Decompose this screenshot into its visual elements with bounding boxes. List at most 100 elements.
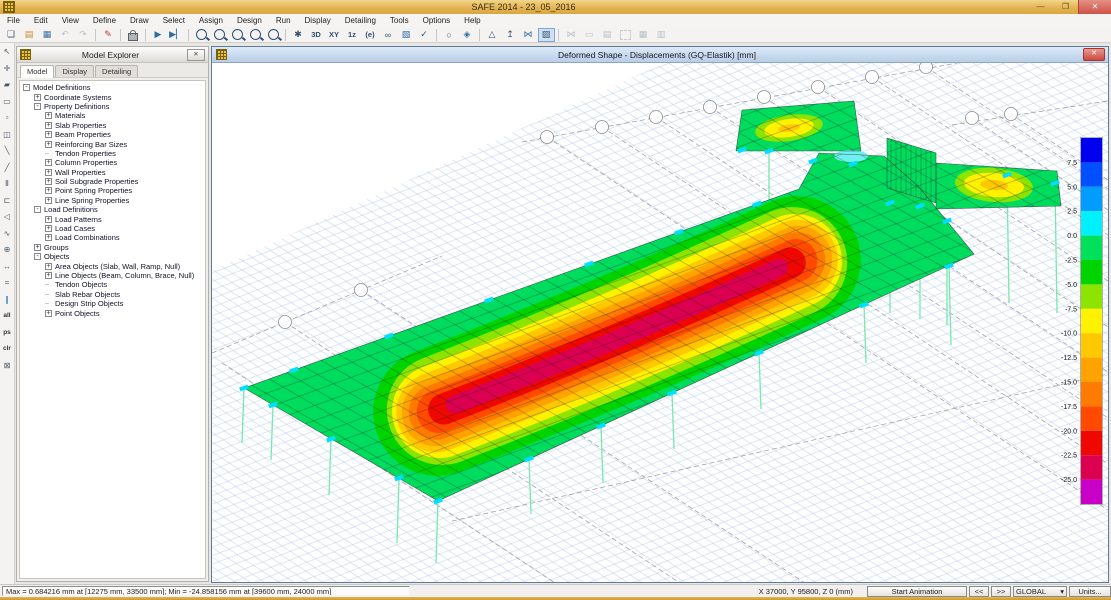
lock-model-icon[interactable] <box>125 28 142 42</box>
viewport-3d-view[interactable]: 7.55.02.50.0-2.5-5.0-7.5-10.0-12.5-15.0-… <box>212 63 1108 582</box>
quick-draw-opening-icon[interactable]: ◫ <box>1 128 14 141</box>
tree-item-slab-rebar-objects[interactable]: –Slab Rebar Objects <box>23 290 205 299</box>
menu-assign[interactable]: Assign <box>192 14 230 27</box>
show-report-icon[interactable]: ▥ <box>653 28 670 42</box>
tree-item-tendon-objects[interactable]: –Tendon Objects <box>23 280 205 289</box>
menu-file[interactable]: File <box>0 14 27 27</box>
tree-item-tendon-properties[interactable]: –Tendon Properties <box>23 149 205 158</box>
collapse-icon[interactable]: - <box>34 206 41 213</box>
object-display-options-icon[interactable]: ▧ <box>398 28 415 42</box>
tree-item-design-strip-objects[interactable]: –Design Strip Objects <box>23 299 205 308</box>
tree-item-reinforcing-bar-sizes[interactable]: +Reinforcing Bar Sizes <box>23 139 205 148</box>
show-detailing-views-icon[interactable]: ▤ <box>599 28 616 42</box>
tree-item-coordinate-systems[interactable]: +Coordinate Systems <box>23 92 205 101</box>
tree-item-soil-subgrade-properties[interactable]: +Soil Subgrade Properties <box>23 177 205 186</box>
previous-step-button[interactable]: << <box>969 586 989 597</box>
divide-strip-icon[interactable]: ∥ <box>1 293 14 306</box>
tree-item-beam-properties[interactable]: +Beam Properties <box>23 130 205 139</box>
collapse-icon[interactable]: - <box>34 253 41 260</box>
expand-icon[interactable]: + <box>45 263 52 270</box>
check-model-icon[interactable]: ✓ <box>416 28 433 42</box>
draw-line-object-icon[interactable]: ╲ <box>1 144 14 157</box>
draw-ramp-icon[interactable]: ◁ <box>1 210 14 223</box>
show-slab-design-icon[interactable]: ▭ <box>581 28 598 42</box>
select-previous-icon[interactable]: ps <box>1 326 14 339</box>
tree-item-load-patterns[interactable]: +Load Patterns <box>23 214 205 223</box>
detail-section-box-icon[interactable] <box>617 28 634 42</box>
units-button[interactable]: Units... <box>1069 586 1111 597</box>
menu-display[interactable]: Display <box>298 14 338 27</box>
quick-draw-column-icon[interactable]: Ⅱ <box>1 177 14 190</box>
menu-draw[interactable]: Draw <box>123 14 156 27</box>
show-tables-icon[interactable]: ▦ <box>635 28 652 42</box>
tree-item-load-cases[interactable]: +Load Cases <box>23 224 205 233</box>
snap-to-points-icon[interactable]: ○ <box>441 28 458 42</box>
show-deformed-shape-icon[interactable]: ⋈ <box>520 28 537 42</box>
view-plan-xy-icon[interactable]: XY <box>326 28 343 42</box>
zoom-in-icon[interactable] <box>247 28 264 42</box>
previous-zoom-icon[interactable] <box>229 28 246 42</box>
show-undeformed-shape-icon[interactable]: △ <box>484 28 501 42</box>
draw-design-strip-icon[interactable]: = <box>1 276 14 289</box>
select-all-icon[interactable]: all <box>1 309 14 322</box>
menu-define[interactable]: Define <box>86 14 123 27</box>
menu-edit[interactable]: Edit <box>27 14 55 27</box>
draw-dimension-line-icon[interactable]: ↔ <box>1 260 14 273</box>
expand-icon[interactable]: + <box>45 159 52 166</box>
expand-icon[interactable]: + <box>34 244 41 251</box>
tree-item-point-objects[interactable]: +Point Objects <box>23 308 205 317</box>
menu-options[interactable]: Options <box>416 14 458 27</box>
tree-item-model-definitions[interactable]: -Model Definitions <box>23 83 205 92</box>
draw-rectangular-slab-icon[interactable]: ▭ <box>1 95 14 108</box>
quick-draw-line-icon[interactable]: ╱ <box>1 161 14 174</box>
draw-tendon-icon[interactable]: ∿ <box>1 227 14 240</box>
menu-view[interactable]: View <box>55 14 86 27</box>
expand-icon[interactable]: + <box>45 272 52 279</box>
close-button[interactable]: ✕ <box>1078 0 1111 14</box>
perspective-toggle-icon[interactable]: ∞ <box>380 28 397 42</box>
tree-item-objects[interactable]: -Objects <box>23 252 205 261</box>
zoom-out-icon[interactable] <box>265 28 282 42</box>
tree-item-column-properties[interactable]: +Column Properties <box>23 158 205 167</box>
rotate-view-icon[interactable]: (e) <box>362 28 379 42</box>
expand-icon[interactable]: + <box>45 197 52 204</box>
menu-help[interactable]: Help <box>457 14 487 27</box>
tree-item-slab-properties[interactable]: +Slab Properties <box>23 121 205 130</box>
maximize-button[interactable]: ❐ <box>1053 0 1078 14</box>
expand-icon[interactable]: + <box>45 112 52 119</box>
menu-select[interactable]: Select <box>156 14 192 27</box>
assign-display-icon[interactable]: ◈ <box>459 28 476 42</box>
tab-detailing[interactable]: Detailing <box>95 65 138 77</box>
new-model-icon[interactable]: ❏ <box>3 28 20 42</box>
collapse-icon[interactable]: - <box>34 103 41 110</box>
select-pointer-icon[interactable]: ↖ <box>1 45 14 58</box>
menu-run[interactable]: Run <box>269 14 298 27</box>
deselect-mode-icon[interactable]: ⊠ <box>1 359 14 372</box>
quick-draw-slab-icon[interactable]: ▫ <box>1 111 14 124</box>
menu-design[interactable]: Design <box>230 14 269 27</box>
tree-item-line-spring-properties[interactable]: +Line Spring Properties <box>23 196 205 205</box>
start-animation-button[interactable]: Start Animation <box>867 586 967 597</box>
restore-full-view-icon[interactable] <box>211 28 228 42</box>
coordinate-system-select[interactable]: GLOBAL ▾ <box>1013 586 1067 597</box>
tree-item-load-definitions[interactable]: -Load Definitions <box>23 205 205 214</box>
tab-model[interactable]: Model <box>20 65 54 78</box>
show-strip-forces-icon[interactable]: ⋈ <box>563 28 580 42</box>
menu-detailing[interactable]: Detailing <box>338 14 383 27</box>
expand-icon[interactable]: + <box>45 178 52 185</box>
tree-item-area-objects-slab-wall-ramp-null-[interactable]: +Area Objects (Slab, Wall, Ramp, Null) <box>23 261 205 270</box>
run-detailing-icon[interactable]: ▶▏ <box>168 28 185 42</box>
tree-item-wall-properties[interactable]: +Wall Properties <box>23 168 205 177</box>
tree-item-materials[interactable]: +Materials <box>23 111 205 120</box>
expand-icon[interactable]: + <box>45 310 52 317</box>
open-file-icon[interactable]: ▤ <box>21 28 38 42</box>
minimize-button[interactable]: — <box>1028 0 1053 14</box>
model-explorer-close-icon[interactable]: ✕ <box>187 49 205 61</box>
expand-icon[interactable]: + <box>45 169 52 176</box>
show-load-assigns-icon[interactable]: ↥ <box>502 28 519 42</box>
clear-selection-icon[interactable]: clr <box>1 342 14 355</box>
tab-display[interactable]: Display <box>55 65 94 77</box>
pan-view-icon[interactable]: ✱ <box>290 28 307 42</box>
reshape-object-icon[interactable]: ✛ <box>1 62 14 75</box>
tree-item-groups[interactable]: +Groups <box>23 243 205 252</box>
